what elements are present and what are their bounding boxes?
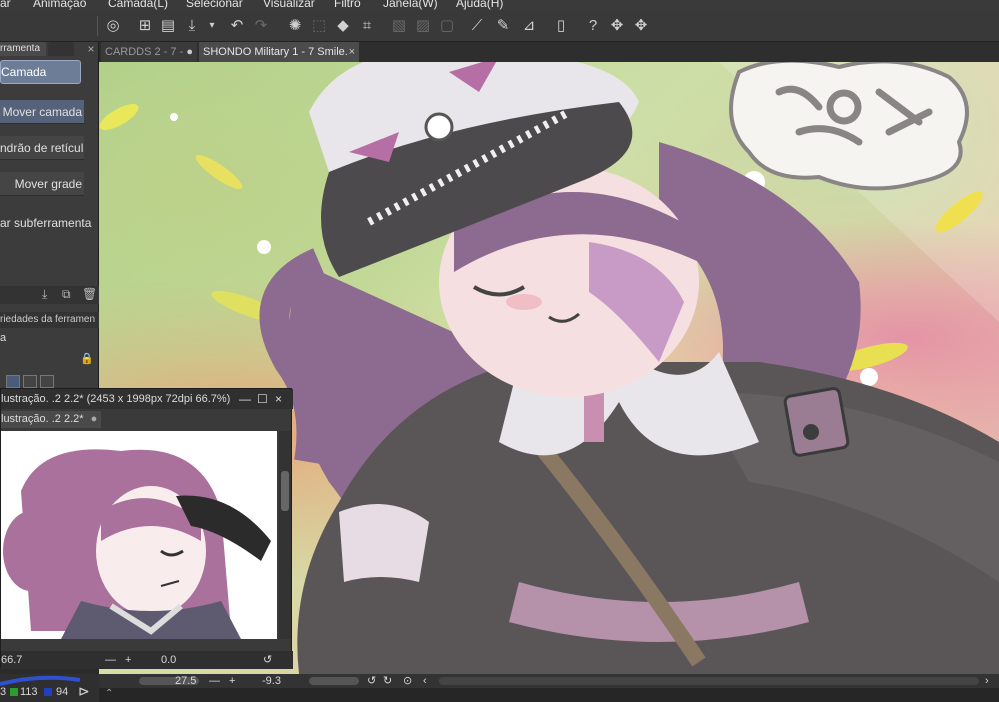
tab-label: CARDDS 2 - 7 - — [105, 46, 184, 58]
tool-panel: rramenta × Camada Mover camada ndrão de … — [0, 42, 99, 388]
tool-panel-actions: ⤓ ⧉ 🗑 — [0, 286, 99, 304]
menu-item-filtro[interactable]: Filtro — [334, 0, 361, 10]
rotate-left-icon[interactable]: ↺ — [367, 674, 376, 688]
open-folder-icon[interactable]: ▤ — [157, 16, 179, 36]
save-icon[interactable]: ⤓ — [181, 16, 203, 36]
menu-item[interactable]: ar — [0, 0, 11, 10]
redo-icon[interactable]: ↷ — [250, 16, 272, 36]
clear-selection-icon[interactable]: ▧ — [388, 16, 410, 36]
loading-spinner-icon[interactable]: ✺ — [284, 16, 306, 36]
selection-crop-icon[interactable]: ⬚ — [308, 16, 330, 36]
footer-bar: ⌃ — [99, 688, 999, 702]
angle-slider[interactable] — [309, 677, 359, 685]
ruler-pen-icon[interactable]: ⟋ — [466, 16, 488, 36]
tab-shondo-military[interactable]: SHONDO Military 1 - 7 Smile. × — [199, 42, 359, 62]
tool-properties-value: a — [0, 332, 7, 344]
new-file-icon[interactable]: ⊞ — [134, 16, 156, 36]
tool-panel-tab[interactable]: rramenta — [0, 42, 46, 56]
sub-view-title: lustração. .2 2.2* (2453 x 1998px 72dpi … — [1, 393, 231, 405]
chevron-right-icon[interactable]: › — [985, 674, 989, 688]
color-r-value: 3 — [0, 686, 7, 698]
mode-lasso-icon[interactable] — [40, 375, 54, 388]
menu-item-visualizar[interactable]: Visualizar — [263, 0, 315, 10]
close-tab-icon[interactable]: × — [349, 42, 355, 62]
invert-selection-icon[interactable]: ▨ — [412, 16, 434, 36]
mode-grid-icon[interactable] — [23, 375, 37, 388]
modified-dot-icon: ● — [90, 413, 98, 425]
modified-dot-icon: ● — [186, 46, 193, 58]
zoom-in-icon[interactable]: + — [125, 651, 131, 669]
reference-illustration — [3, 449, 271, 639]
close-icon[interactable]: × — [275, 389, 282, 409]
horizontal-scrollbar[interactable] — [439, 677, 979, 685]
color-b-value: 94 — [56, 686, 69, 698]
fill-bucket-icon[interactable]: ◆ — [332, 16, 354, 36]
sub-view-angle[interactable]: 0.0 — [161, 651, 176, 669]
subtool-mover-camada[interactable]: Mover camada — [0, 100, 84, 124]
menu-item-ajuda[interactable]: Ajuda(H) — [456, 0, 503, 10]
canvas-angle[interactable]: -9.3 — [262, 674, 281, 688]
selection-border-icon[interactable]: ▢ — [436, 16, 458, 36]
menu-item-camada[interactable]: Camada(L) — [108, 0, 168, 10]
move-arrows-icon[interactable]: ✥ — [606, 16, 628, 36]
rotate-right-icon[interactable]: ↻ — [383, 674, 392, 688]
help-icon[interactable]: ? — [582, 16, 604, 36]
play-icon[interactable]: ⊳ — [78, 683, 90, 700]
toolbar-separator — [97, 16, 98, 36]
menu-item-selecionar[interactable]: Selecionar — [186, 0, 243, 10]
tool-mode-buttons — [6, 375, 82, 388]
zoom-out-icon[interactable]: — — [209, 674, 220, 688]
device-icon[interactable]: ▯ — [550, 16, 572, 36]
mode-rect-icon[interactable] — [6, 375, 20, 388]
brush-icon[interactable]: ✎ — [492, 16, 514, 36]
chevron-left-icon[interactable]: ‹ — [423, 674, 427, 688]
sub-view-zoom[interactable]: 66.7 — [1, 651, 22, 669]
sub-view-statusbar: 66.7 — + 0.0 ↺ — [1, 651, 293, 669]
subtool-camada[interactable]: Camada — [0, 60, 81, 84]
move-arrows-alt-icon[interactable]: ✥ — [630, 16, 652, 36]
canvas-statusbar: 27.5 — + -9.3 ↺ ↻ ⊙ ‹ › — [99, 674, 999, 688]
zoom-out-icon[interactable]: — — [105, 651, 116, 669]
lock-icon[interactable]: 🔒 — [80, 352, 94, 365]
copy-icon[interactable]: ⧉ — [62, 287, 71, 302]
tool-panel-tab-secondary[interactable] — [48, 42, 74, 56]
sub-view-tab[interactable]: lustração. .2 2.2* ● — [1, 411, 101, 428]
menu-item-animacao[interactable]: Animação — [33, 0, 86, 10]
app-logo-icon[interactable]: ◎ — [102, 16, 124, 36]
sub-view-window[interactable]: lustração. .2 2.2* (2453 x 1998px 72dpi … — [0, 388, 293, 669]
collapse-icon[interactable]: ⌃ — [105, 688, 113, 699]
sub-view-canvas[interactable] — [1, 431, 277, 639]
zoom-in-icon[interactable]: + — [229, 674, 235, 688]
trash-icon[interactable]: 🗑 — [82, 287, 97, 301]
minimize-icon[interactable]: — — [239, 389, 251, 409]
tab-cardds[interactable]: CARDDS 2 - 7 - ● — [101, 42, 197, 62]
subtool-padrao-reticulas[interactable]: ndrão de retículas — [0, 136, 84, 160]
sub-view-tab-label: lustração. .2 2.2* — [1, 413, 84, 425]
blue-swatch-icon — [44, 688, 52, 696]
import-icon[interactable]: ⤓ — [42, 287, 47, 302]
perspective-ruler-icon[interactable]: ⊿ — [518, 16, 540, 36]
menu-bar: ar Animação Camada(L) Selecionar Visuali… — [0, 0, 999, 10]
tool-properties-header: riedades da ferramen — [0, 312, 99, 328]
reset-view-icon[interactable]: ⊙ — [403, 674, 412, 688]
menu-item-janela[interactable]: Janela(W) — [383, 0, 438, 10]
scrollbar-thumb[interactable] — [281, 471, 289, 511]
color-readout: 3 113 94 ⊳ — [0, 674, 99, 702]
chevron-down-icon[interactable]: ▾ — [201, 16, 223, 36]
undo-icon[interactable]: ↶ — [226, 16, 248, 36]
subtool-mover-grade[interactable]: Mover grade — [0, 172, 84, 196]
document-tab-bar: CARDDS 2 - 7 - ● SHONDO Military 1 - 7 S… — [99, 42, 999, 62]
rotate-icon[interactable]: ↺ — [263, 651, 272, 669]
tab-label: SHONDO Military 1 - 7 Smile. — [203, 46, 348, 58]
close-icon[interactable]: × — [84, 42, 98, 56]
green-swatch-icon — [10, 688, 18, 696]
transform-icon[interactable]: ⌗ — [356, 16, 378, 36]
canvas-zoom[interactable]: 27.5 — [175, 674, 196, 688]
create-subtool-label[interactable]: ar subferramenta — [0, 216, 98, 234]
sub-view-titlebar[interactable]: lustração. .2 2.2* (2453 x 1998px 72dpi … — [1, 389, 293, 409]
toolbar: ◎ ⊞ ▤ ⤓ ▾ ↶ ↷ ✺ ⬚ ◆ ⌗ ▧ ▨ ▢ ⟋ ✎ ⊿ ▯ ? ✥ … — [0, 10, 999, 42]
sub-view-scrollbar[interactable] — [279, 431, 291, 639]
color-g-value: 113 — [20, 686, 38, 698]
maximize-icon[interactable]: ☐ — [257, 389, 268, 409]
